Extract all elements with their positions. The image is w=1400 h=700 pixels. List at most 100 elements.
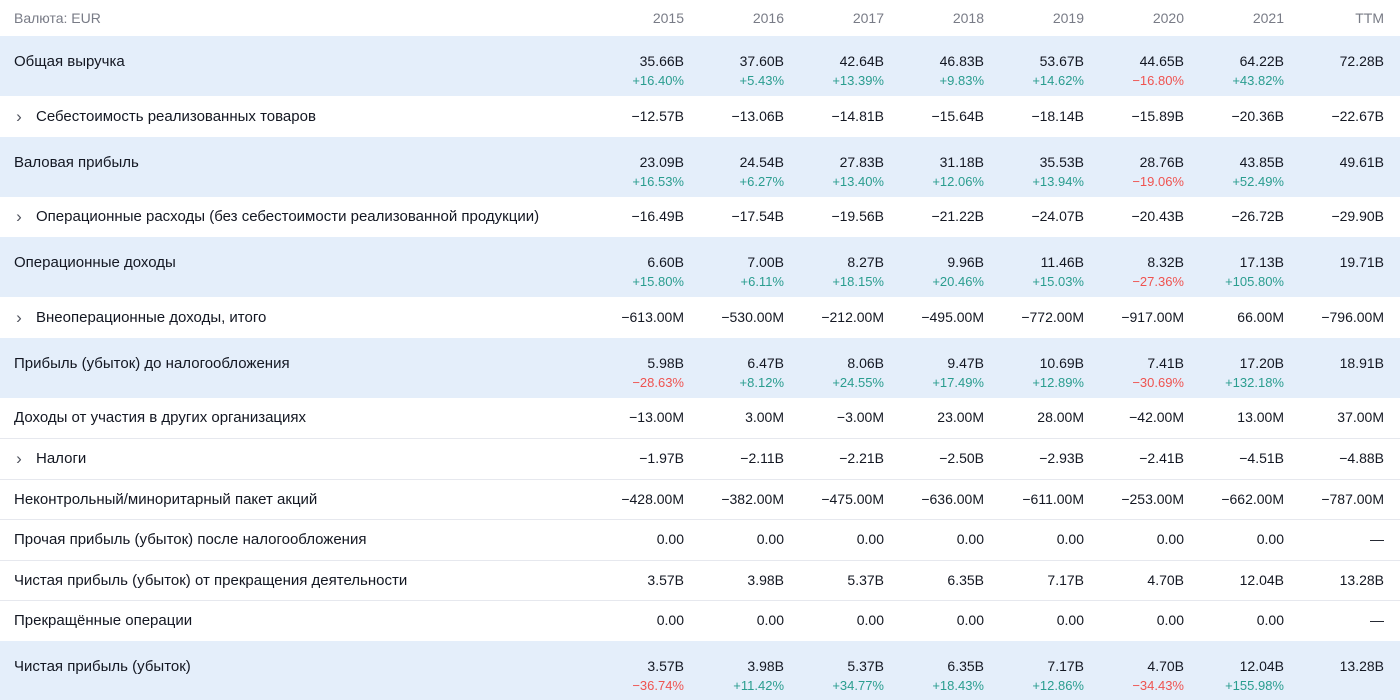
cell-change-percent: −34.43%	[1100, 676, 1184, 695]
cell-value: 3.00M	[700, 408, 784, 427]
value-cell: −382.00M	[700, 490, 800, 509]
cell-value: −2.41B	[1100, 449, 1184, 468]
cell-value: —	[1300, 530, 1384, 549]
value-cell: 35.66B+16.40%	[600, 52, 700, 90]
cell-value: 8.32B	[1100, 253, 1184, 272]
cell-value: −16.49B	[600, 207, 684, 226]
value-cell: 24.54B+6.27%	[700, 153, 800, 191]
cell-value: −15.64B	[900, 107, 984, 126]
cell-change-percent: −19.06%	[1100, 172, 1184, 191]
row-label-text: Налоги	[36, 449, 86, 468]
cell-value: −2.93B	[1000, 449, 1084, 468]
cell-change-percent: +16.40%	[600, 71, 684, 90]
value-cell: −2.41B	[1100, 449, 1200, 468]
cell-value: −772.00M	[1000, 308, 1084, 327]
value-cell: 10.69B+12.89%	[1000, 354, 1100, 392]
cell-value: 8.06B	[800, 354, 884, 373]
cell-value: 6.47B	[700, 354, 784, 373]
cell-value: −29.90B	[1300, 207, 1384, 226]
column-header-2017: 2017	[800, 10, 900, 26]
chevron-right-icon[interactable]: ›	[14, 208, 24, 225]
value-cell: −13.06B	[700, 107, 800, 126]
value-cell: 8.06B+24.55%	[800, 354, 900, 392]
table-row[interactable]: ›Внеоперационные доходы, итого−613.00M−5…	[0, 297, 1400, 338]
cell-value: 31.18B	[900, 153, 984, 172]
cell-value: 5.37B	[800, 657, 884, 676]
table-row: Чистая прибыль (убыток)3.57B−36.74%3.98B…	[0, 641, 1400, 700]
cell-value: 7.17B	[1000, 571, 1084, 590]
table-row: Прочая прибыль (убыток) после налогообло…	[0, 519, 1400, 560]
row-label-text: Прочая прибыль (убыток) после налогообло…	[14, 530, 366, 549]
cell-value: −18.14B	[1000, 107, 1084, 126]
cell-change-percent: +5.43%	[700, 71, 784, 90]
value-cell: 13.28B	[1300, 657, 1400, 676]
row-label-text: Чистая прибыль (убыток)	[14, 657, 191, 676]
cell-value: −917.00M	[1100, 308, 1184, 327]
value-cell: 3.98B	[700, 571, 800, 590]
chevron-right-icon[interactable]: ›	[14, 108, 24, 125]
value-cell: 17.13B+105.80%	[1200, 253, 1300, 291]
value-cell: −613.00M	[600, 308, 700, 327]
cell-change-percent: +13.39%	[800, 71, 884, 90]
cell-value: −12.57B	[600, 107, 684, 126]
value-cell: 13.28B	[1300, 571, 1400, 590]
cell-value: 0.00	[1100, 530, 1184, 549]
cell-value: −2.50B	[900, 449, 984, 468]
table-row: Прибыль (убыток) до налогообложения5.98B…	[0, 338, 1400, 398]
cell-value: 13.00M	[1200, 408, 1284, 427]
cell-value: −19.56B	[800, 207, 884, 226]
value-cell: 0.00	[600, 530, 700, 549]
value-cell: 42.64B+13.39%	[800, 52, 900, 90]
value-cell: 0.00	[700, 530, 800, 549]
cell-value: 13.28B	[1300, 657, 1384, 676]
value-cell: 12.04B+155.98%	[1200, 657, 1300, 695]
table-row[interactable]: ›Себестоимость реализованных товаров−12.…	[0, 96, 1400, 137]
cell-value: 4.70B	[1100, 657, 1184, 676]
cell-value: −4.88B	[1300, 449, 1384, 468]
value-cell: 17.20B+132.18%	[1200, 354, 1300, 392]
value-cell: 6.35B+18.43%	[900, 657, 1000, 695]
row-label-text: Операционные доходы	[14, 253, 176, 272]
value-cell: −636.00M	[900, 490, 1000, 509]
cell-value: 49.61B	[1300, 153, 1384, 172]
cell-value: 28.00M	[1000, 408, 1084, 427]
value-cell: 46.83B+9.83%	[900, 52, 1000, 90]
cell-value: −212.00M	[800, 308, 884, 327]
row-label-text: Внеоперационные доходы, итого	[36, 308, 266, 327]
cell-value: 7.41B	[1100, 354, 1184, 373]
table-row[interactable]: ›Налоги−1.97B−2.11B−2.21B−2.50B−2.93B−2.…	[0, 438, 1400, 479]
value-cell: 9.47B+17.49%	[900, 354, 1000, 392]
table-row[interactable]: ›Операционные расходы (без себестоимости…	[0, 197, 1400, 238]
row-label: Прочая прибыль (убыток) после налогообло…	[0, 530, 600, 549]
value-cell: −4.51B	[1200, 449, 1300, 468]
value-cell: 37.00M	[1300, 408, 1400, 427]
value-cell: 8.27B+18.15%	[800, 253, 900, 291]
chevron-right-icon[interactable]: ›	[14, 309, 24, 326]
row-label-text: Общая выручка	[14, 52, 125, 71]
cell-value: −13.06B	[700, 107, 784, 126]
cell-value: 27.83B	[800, 153, 884, 172]
cell-value: −14.81B	[800, 107, 884, 126]
cell-value: −2.11B	[700, 449, 784, 468]
value-cell: 28.76B−19.06%	[1100, 153, 1200, 191]
value-cell: 6.47B+8.12%	[700, 354, 800, 392]
value-cell: −253.00M	[1100, 490, 1200, 509]
cell-value: 3.98B	[700, 657, 784, 676]
row-label: Доходы от участия в других организациях	[0, 408, 600, 427]
value-cell: −428.00M	[600, 490, 700, 509]
row-label-text: Чистая прибыль (убыток) от прекращения д…	[14, 571, 407, 590]
cell-value: 23.09B	[600, 153, 684, 172]
cell-change-percent: +6.27%	[700, 172, 784, 191]
cell-value: 0.00	[900, 530, 984, 549]
cell-value: 5.37B	[800, 571, 884, 590]
value-cell: 0.00	[1200, 530, 1300, 549]
row-label: Прибыль (убыток) до налогообложения	[0, 354, 600, 373]
value-cell: 5.37B+34.77%	[800, 657, 900, 695]
value-cell: −42.00M	[1100, 408, 1200, 427]
cell-value: 28.76B	[1100, 153, 1184, 172]
value-cell: −13.00M	[600, 408, 700, 427]
row-label: Неконтрольный/миноритарный пакет акций	[0, 490, 600, 509]
cell-value: −2.21B	[800, 449, 884, 468]
row-label: Чистая прибыль (убыток) от прекращения д…	[0, 571, 600, 590]
chevron-right-icon[interactable]: ›	[14, 450, 24, 467]
